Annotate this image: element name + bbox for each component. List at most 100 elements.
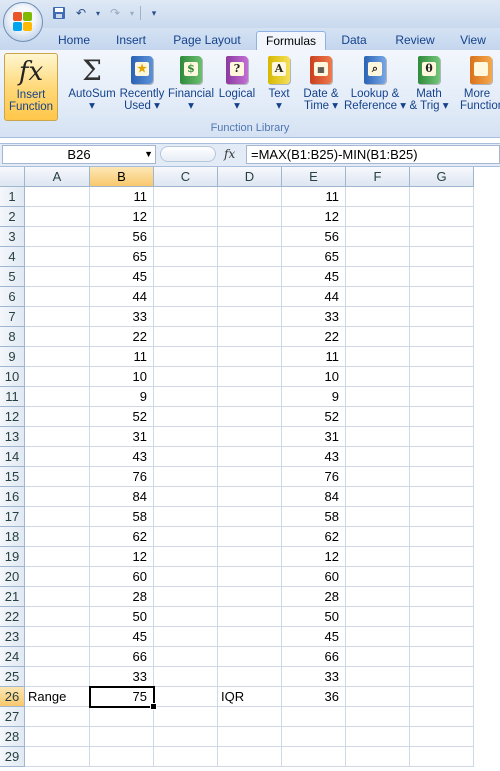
cell-b21[interactable]: 28 [90,587,154,607]
cell-b12[interactable]: 52 [90,407,154,427]
row-header[interactable]: 25 [0,667,25,687]
cell-g24[interactable] [410,647,474,667]
cell-a13[interactable] [25,427,90,447]
cell-f14[interactable] [346,447,410,467]
cell-f7[interactable] [346,307,410,327]
undo-icon[interactable]: ↶ [72,5,90,21]
cell-g10[interactable] [410,367,474,387]
cell-f18[interactable] [346,527,410,547]
cell-d10[interactable] [218,367,282,387]
cell-e21[interactable]: 28 [282,587,346,607]
cell-d18[interactable] [218,527,282,547]
cell-d5[interactable] [218,267,282,287]
cell-c9[interactable] [154,347,218,367]
row-header[interactable]: 6 [0,287,25,307]
row-header[interactable]: 12 [0,407,25,427]
row-header[interactable]: 23 [0,627,25,647]
cell-c15[interactable] [154,467,218,487]
cell-c18[interactable] [154,527,218,547]
cell-e2[interactable]: 12 [282,207,346,227]
row-header[interactable]: 20 [0,567,25,587]
row-header[interactable]: 10 [0,367,25,387]
cell-b26[interactable]: 75 [89,686,155,708]
row-header[interactable]: 2 [0,207,25,227]
cell-d3[interactable] [218,227,282,247]
cell-d7[interactable] [218,307,282,327]
cell-f27[interactable] [346,707,410,727]
cell-g9[interactable] [410,347,474,367]
undo-dropdown-icon[interactable]: ▾ [94,5,102,21]
cell-a20[interactable] [25,567,90,587]
cell-e1[interactable]: 11 [282,187,346,207]
cell-g20[interactable] [410,567,474,587]
cell-c8[interactable] [154,327,218,347]
cell-a15[interactable] [25,467,90,487]
row-header[interactable]: 5 [0,267,25,287]
cell-f16[interactable] [346,487,410,507]
cell-b20[interactable]: 60 [90,567,154,587]
cell-d25[interactable] [218,667,282,687]
save-icon[interactable] [50,5,68,21]
column-header-f[interactable]: F [346,167,410,187]
name-box-dropdown-icon[interactable]: ▼ [144,146,153,163]
cell-e19[interactable]: 12 [282,547,346,567]
cell-d9[interactable] [218,347,282,367]
cell-e15[interactable]: 76 [282,467,346,487]
cell-a18[interactable] [25,527,90,547]
cell-b23[interactable]: 45 [90,627,154,647]
cell-c25[interactable] [154,667,218,687]
cell-c4[interactable] [154,247,218,267]
tab-insert[interactable]: Insert [108,31,154,50]
cell-g16[interactable] [410,487,474,507]
cell-e23[interactable]: 45 [282,627,346,647]
cell-a22[interactable] [25,607,90,627]
cell-b18[interactable]: 62 [90,527,154,547]
cell-f1[interactable] [346,187,410,207]
row-header[interactable]: 17 [0,507,25,527]
cell-g5[interactable] [410,267,474,287]
cell-e28[interactable] [282,727,346,747]
cell-c28[interactable] [154,727,218,747]
office-button[interactable] [3,2,43,42]
cell-g6[interactable] [410,287,474,307]
column-header-d[interactable]: D [218,167,282,187]
row-header[interactable]: 11 [0,387,25,407]
cell-b13[interactable]: 31 [90,427,154,447]
cell-f23[interactable] [346,627,410,647]
cell-a16[interactable] [25,487,90,507]
cell-e11[interactable]: 9 [282,387,346,407]
row-header[interactable]: 28 [0,727,25,747]
cell-g19[interactable] [410,547,474,567]
cell-b14[interactable]: 43 [90,447,154,467]
cell-c19[interactable] [154,547,218,567]
cell-c22[interactable] [154,607,218,627]
cell-g14[interactable] [410,447,474,467]
cell-f9[interactable] [346,347,410,367]
column-header-c[interactable]: C [154,167,218,187]
row-header[interactable]: 1 [0,187,25,207]
more-functions-button[interactable]: More Function [454,53,500,121]
cell-b7[interactable]: 33 [90,307,154,327]
cell-e20[interactable]: 60 [282,567,346,587]
cell-b25[interactable]: 33 [90,667,154,687]
cell-d14[interactable] [218,447,282,467]
cell-d24[interactable] [218,647,282,667]
cell-b29[interactable] [90,747,154,767]
row-header[interactable]: 19 [0,547,25,567]
cell-f8[interactable] [346,327,410,347]
cell-e14[interactable]: 43 [282,447,346,467]
cell-g29[interactable] [410,747,474,767]
insert-function-icon[interactable]: fx [224,147,235,161]
cell-d19[interactable] [218,547,282,567]
row-header[interactable]: 3 [0,227,25,247]
cell-f10[interactable] [346,367,410,387]
recently-used-button[interactable]: ★ Recently Used ▾ [118,53,166,121]
row-header[interactable]: 24 [0,647,25,667]
cell-d16[interactable] [218,487,282,507]
cell-f21[interactable] [346,587,410,607]
cell-c12[interactable] [154,407,218,427]
tab-home[interactable]: Home [52,31,96,50]
cell-c11[interactable] [154,387,218,407]
cell-g1[interactable] [410,187,474,207]
cell-a10[interactable] [25,367,90,387]
